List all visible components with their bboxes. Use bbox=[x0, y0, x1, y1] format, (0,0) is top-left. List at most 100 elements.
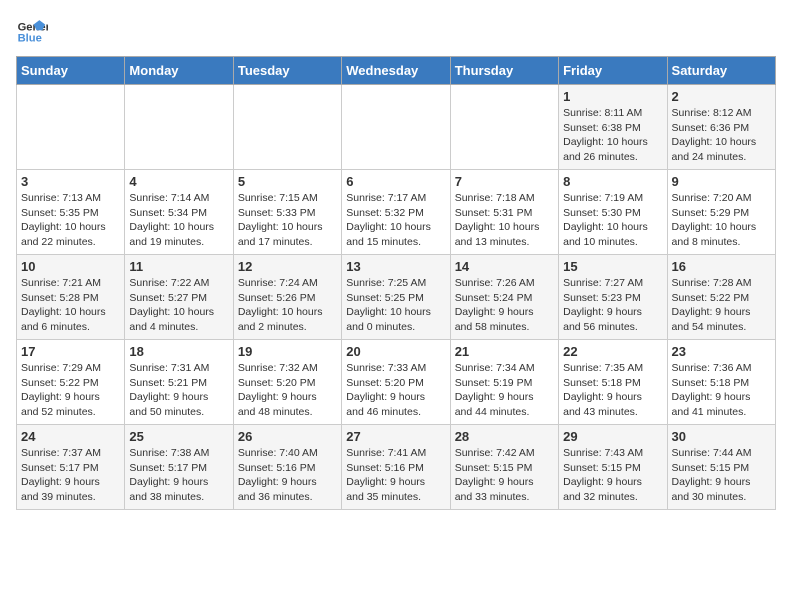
day-info: Sunrise: 7:27 AM Sunset: 5:23 PM Dayligh… bbox=[563, 276, 662, 335]
calendar-cell bbox=[342, 85, 450, 170]
day-info: Sunrise: 7:13 AM Sunset: 5:35 PM Dayligh… bbox=[21, 191, 120, 250]
calendar-cell: 16 Sunrise: 7:28 AM Sunset: 5:22 PM Dayli… bbox=[667, 255, 775, 340]
day-info: Sunrise: 7:28 AM Sunset: 5:22 PM Dayligh… bbox=[672, 276, 771, 335]
day-number: 10 bbox=[21, 259, 120, 274]
weekday-header: Sunday bbox=[17, 57, 125, 85]
weekday-header: Tuesday bbox=[233, 57, 341, 85]
day-info: Sunrise: 7:15 AM Sunset: 5:33 PM Dayligh… bbox=[238, 191, 337, 250]
day-number: 6 bbox=[346, 174, 445, 189]
day-number: 4 bbox=[129, 174, 228, 189]
day-info: Sunrise: 7:24 AM Sunset: 5:26 PM Dayligh… bbox=[238, 276, 337, 335]
logo: General Blue bbox=[16, 16, 52, 48]
day-number: 7 bbox=[455, 174, 554, 189]
calendar-week-row: 24 Sunrise: 7:37 AM Sunset: 5:17 PM Dayli… bbox=[17, 425, 776, 510]
day-info: Sunrise: 7:41 AM Sunset: 5:16 PM Dayligh… bbox=[346, 446, 445, 505]
day-number: 24 bbox=[21, 429, 120, 444]
day-number: 20 bbox=[346, 344, 445, 359]
calendar-cell: 14 Sunrise: 7:26 AM Sunset: 5:24 PM Dayli… bbox=[450, 255, 558, 340]
day-info: Sunrise: 7:37 AM Sunset: 5:17 PM Dayligh… bbox=[21, 446, 120, 505]
calendar-cell: 6 Sunrise: 7:17 AM Sunset: 5:32 PM Daylig… bbox=[342, 170, 450, 255]
day-number: 27 bbox=[346, 429, 445, 444]
day-number: 2 bbox=[672, 89, 771, 104]
calendar-cell bbox=[125, 85, 233, 170]
weekday-header: Wednesday bbox=[342, 57, 450, 85]
day-info: Sunrise: 8:12 AM Sunset: 6:36 PM Dayligh… bbox=[672, 106, 771, 165]
day-info: Sunrise: 7:32 AM Sunset: 5:20 PM Dayligh… bbox=[238, 361, 337, 420]
day-info: Sunrise: 7:17 AM Sunset: 5:32 PM Dayligh… bbox=[346, 191, 445, 250]
day-info: Sunrise: 7:43 AM Sunset: 5:15 PM Dayligh… bbox=[563, 446, 662, 505]
calendar-cell: 19 Sunrise: 7:32 AM Sunset: 5:20 PM Dayli… bbox=[233, 340, 341, 425]
calendar-week-row: 1 Sunrise: 8:11 AM Sunset: 6:38 PM Daylig… bbox=[17, 85, 776, 170]
calendar-cell: 20 Sunrise: 7:33 AM Sunset: 5:20 PM Dayli… bbox=[342, 340, 450, 425]
day-info: Sunrise: 7:14 AM Sunset: 5:34 PM Dayligh… bbox=[129, 191, 228, 250]
day-info: Sunrise: 7:19 AM Sunset: 5:30 PM Dayligh… bbox=[563, 191, 662, 250]
logo-icon: General Blue bbox=[16, 16, 48, 48]
calendar-cell bbox=[450, 85, 558, 170]
day-number: 5 bbox=[238, 174, 337, 189]
calendar-cell: 18 Sunrise: 7:31 AM Sunset: 5:21 PM Dayli… bbox=[125, 340, 233, 425]
calendar-cell: 24 Sunrise: 7:37 AM Sunset: 5:17 PM Dayli… bbox=[17, 425, 125, 510]
day-info: Sunrise: 7:36 AM Sunset: 5:18 PM Dayligh… bbox=[672, 361, 771, 420]
weekday-header: Saturday bbox=[667, 57, 775, 85]
calendar-table: SundayMondayTuesdayWednesdayThursdayFrid… bbox=[16, 56, 776, 510]
weekday-header: Friday bbox=[559, 57, 667, 85]
day-info: Sunrise: 7:40 AM Sunset: 5:16 PM Dayligh… bbox=[238, 446, 337, 505]
day-info: Sunrise: 7:35 AM Sunset: 5:18 PM Dayligh… bbox=[563, 361, 662, 420]
day-number: 22 bbox=[563, 344, 662, 359]
calendar-cell: 17 Sunrise: 7:29 AM Sunset: 5:22 PM Dayli… bbox=[17, 340, 125, 425]
calendar-cell: 8 Sunrise: 7:19 AM Sunset: 5:30 PM Daylig… bbox=[559, 170, 667, 255]
day-info: Sunrise: 7:31 AM Sunset: 5:21 PM Dayligh… bbox=[129, 361, 228, 420]
calendar-cell: 1 Sunrise: 8:11 AM Sunset: 6:38 PM Daylig… bbox=[559, 85, 667, 170]
day-number: 3 bbox=[21, 174, 120, 189]
day-info: Sunrise: 7:18 AM Sunset: 5:31 PM Dayligh… bbox=[455, 191, 554, 250]
calendar-cell: 21Sunrise: 7:34 AM Sunset: 5:19 PM Dayli… bbox=[450, 340, 558, 425]
calendar-cell: 25Sunrise: 7:38 AM Sunset: 5:17 PM Dayli… bbox=[125, 425, 233, 510]
day-number: 23 bbox=[672, 344, 771, 359]
calendar-cell: 22 Sunrise: 7:35 AM Sunset: 5:18 PM Dayli… bbox=[559, 340, 667, 425]
calendar-cell: 26Sunrise: 7:40 AM Sunset: 5:16 PM Dayli… bbox=[233, 425, 341, 510]
day-info: Sunrise: 7:25 AM Sunset: 5:25 PM Dayligh… bbox=[346, 276, 445, 335]
calendar-cell: 12Sunrise: 7:24 AM Sunset: 5:26 PM Dayli… bbox=[233, 255, 341, 340]
day-info: Sunrise: 7:21 AM Sunset: 5:28 PM Dayligh… bbox=[21, 276, 120, 335]
day-number: 14 bbox=[455, 259, 554, 274]
calendar-cell: 27 Sunrise: 7:41 AM Sunset: 5:16 PM Dayli… bbox=[342, 425, 450, 510]
calendar-cell: 9Sunrise: 7:20 AM Sunset: 5:29 PM Daylig… bbox=[667, 170, 775, 255]
day-number: 16 bbox=[672, 259, 771, 274]
page-header: General Blue bbox=[16, 16, 776, 48]
day-info: Sunrise: 7:29 AM Sunset: 5:22 PM Dayligh… bbox=[21, 361, 120, 420]
weekday-header: Monday bbox=[125, 57, 233, 85]
day-info: Sunrise: 7:42 AM Sunset: 5:15 PM Dayligh… bbox=[455, 446, 554, 505]
svg-text:Blue: Blue bbox=[18, 33, 42, 45]
day-number: 18 bbox=[129, 344, 228, 359]
calendar-cell: 11 Sunrise: 7:22 AM Sunset: 5:27 PM Dayli… bbox=[125, 255, 233, 340]
day-number: 19 bbox=[238, 344, 337, 359]
calendar-cell: 15 Sunrise: 7:27 AM Sunset: 5:23 PM Dayli… bbox=[559, 255, 667, 340]
day-info: Sunrise: 7:34 AM Sunset: 5:19 PM Dayligh… bbox=[455, 361, 554, 420]
day-number: 17 bbox=[21, 344, 120, 359]
day-number: 9 bbox=[672, 174, 771, 189]
day-info: Sunrise: 7:22 AM Sunset: 5:27 PM Dayligh… bbox=[129, 276, 228, 335]
day-number: 1 bbox=[563, 89, 662, 104]
calendar-cell: 7 Sunrise: 7:18 AM Sunset: 5:31 PM Daylig… bbox=[450, 170, 558, 255]
calendar-cell: 5 Sunrise: 7:15 AM Sunset: 5:33 PM Daylig… bbox=[233, 170, 341, 255]
calendar-week-row: 17 Sunrise: 7:29 AM Sunset: 5:22 PM Dayli… bbox=[17, 340, 776, 425]
calendar-cell: 28Sunrise: 7:42 AM Sunset: 5:15 PM Dayli… bbox=[450, 425, 558, 510]
calendar-week-row: 3 Sunrise: 7:13 AM Sunset: 5:35 PM Daylig… bbox=[17, 170, 776, 255]
day-number: 11 bbox=[129, 259, 228, 274]
day-number: 29 bbox=[563, 429, 662, 444]
calendar-cell: 4 Sunrise: 7:14 AM Sunset: 5:34 PM Daylig… bbox=[125, 170, 233, 255]
day-info: Sunrise: 7:26 AM Sunset: 5:24 PM Dayligh… bbox=[455, 276, 554, 335]
calendar-cell: 23 Sunrise: 7:36 AM Sunset: 5:18 PM Dayli… bbox=[667, 340, 775, 425]
calendar-cell: 29 Sunrise: 7:43 AM Sunset: 5:15 PM Dayli… bbox=[559, 425, 667, 510]
calendar-cell: 30 Sunrise: 7:44 AM Sunset: 5:15 PM Dayli… bbox=[667, 425, 775, 510]
day-info: Sunrise: 7:44 AM Sunset: 5:15 PM Dayligh… bbox=[672, 446, 771, 505]
day-number: 30 bbox=[672, 429, 771, 444]
calendar-cell: 13Sunrise: 7:25 AM Sunset: 5:25 PM Dayli… bbox=[342, 255, 450, 340]
day-number: 15 bbox=[563, 259, 662, 274]
weekday-header: Thursday bbox=[450, 57, 558, 85]
day-info: Sunrise: 7:33 AM Sunset: 5:20 PM Dayligh… bbox=[346, 361, 445, 420]
day-info: Sunrise: 8:11 AM Sunset: 6:38 PM Dayligh… bbox=[563, 106, 662, 165]
calendar-cell bbox=[233, 85, 341, 170]
day-number: 8 bbox=[563, 174, 662, 189]
calendar-cell bbox=[17, 85, 125, 170]
